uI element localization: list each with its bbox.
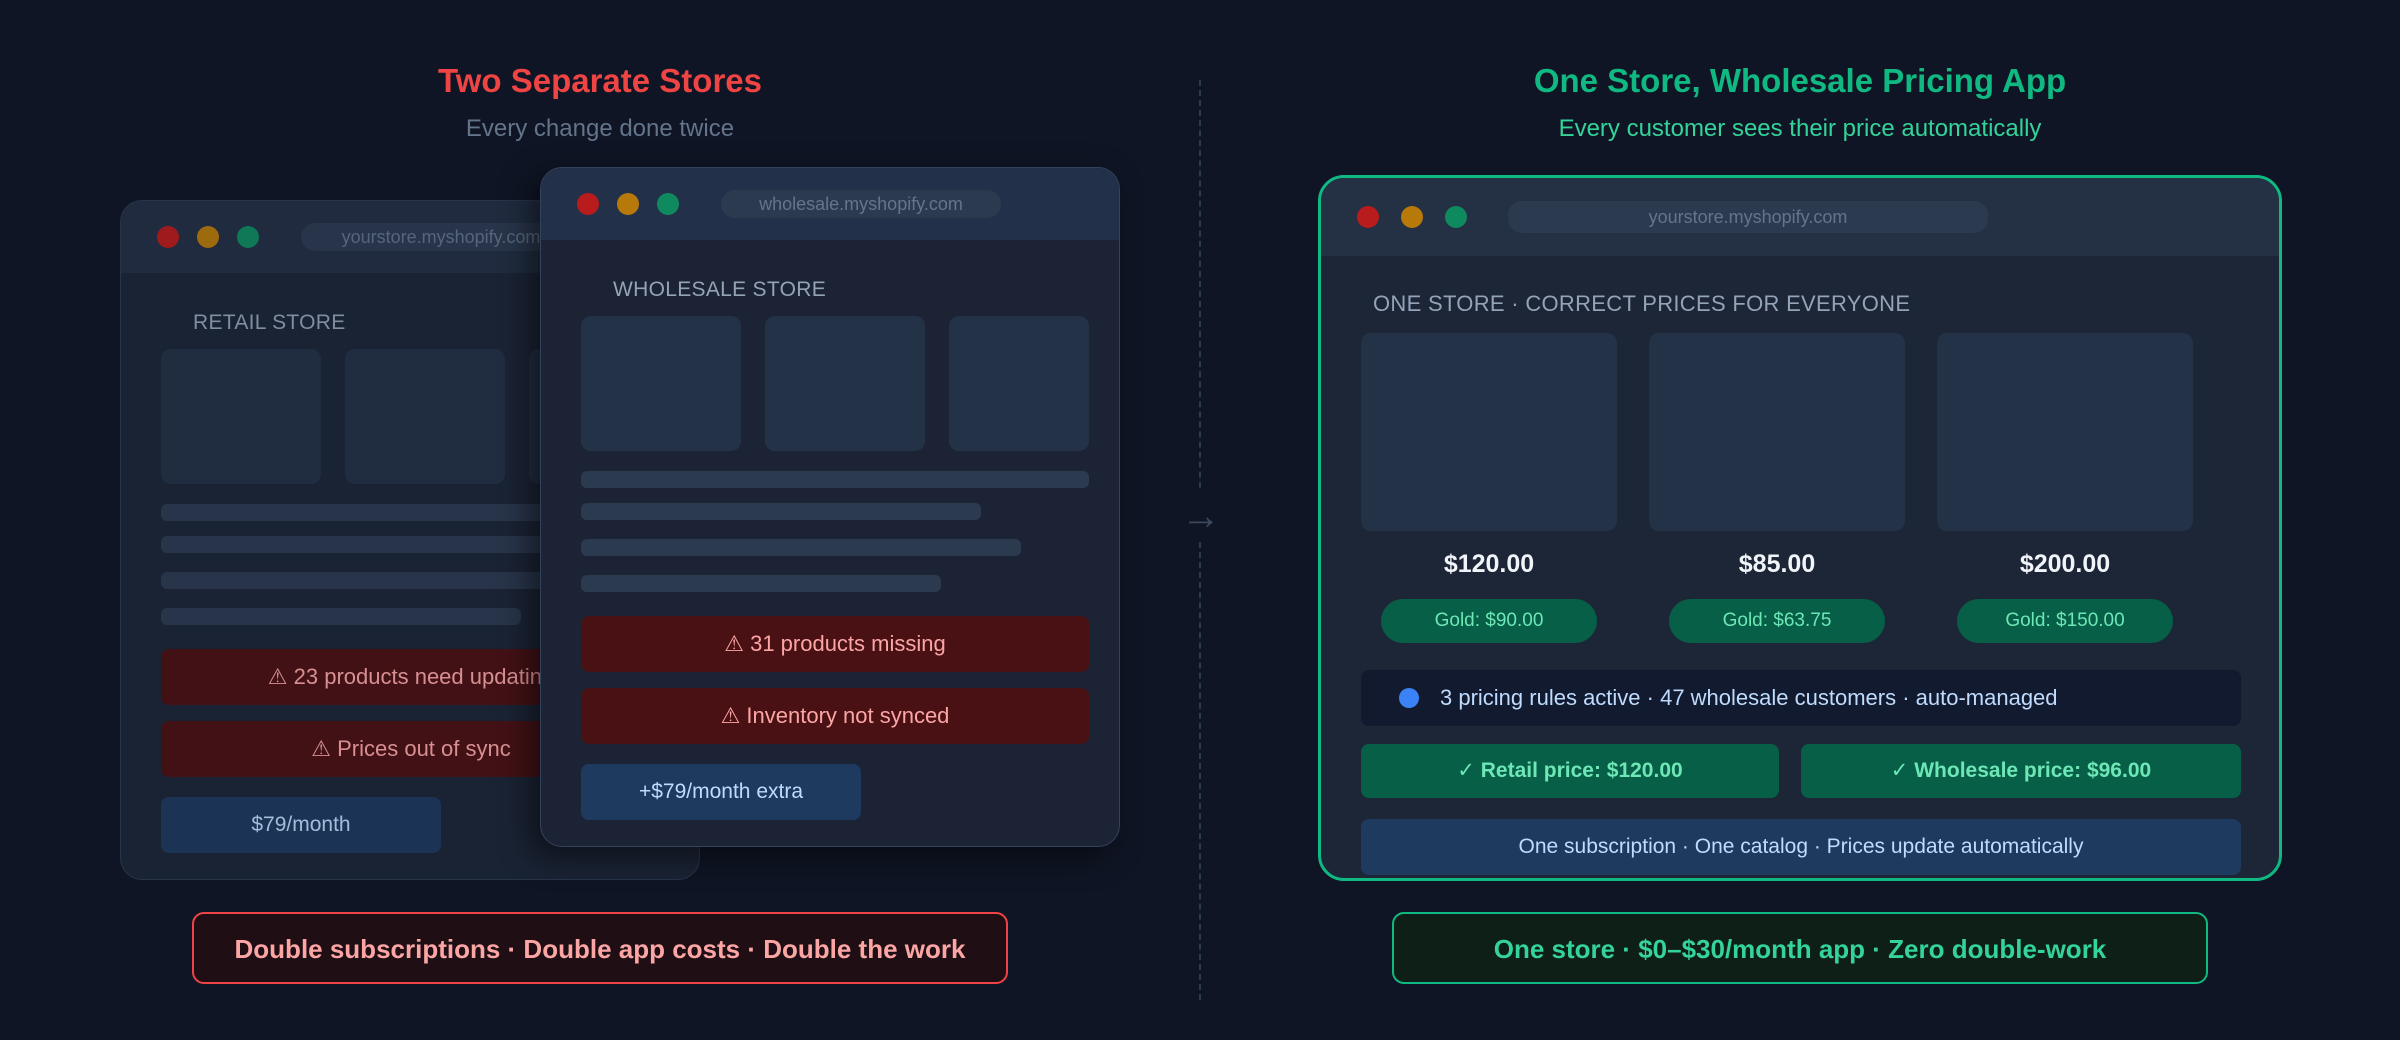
wholesale-price-badge: +$79/month extra xyxy=(581,764,861,820)
close-dot-icon xyxy=(577,193,599,215)
retail-text-line xyxy=(161,608,521,625)
product-2-gold-price-badge: Gold: $63.75 xyxy=(1669,599,1885,643)
retail-product-tile xyxy=(345,349,505,484)
minimize-dot-icon xyxy=(1401,206,1423,228)
right-panel-subtitle: Every customer sees their price automati… xyxy=(1558,115,2042,142)
wholesale-product-tile xyxy=(765,316,925,451)
product-3-retail-price: $200.00 xyxy=(2019,550,2111,578)
wholesale-url-bar[interactable]: wholesale.myshopify.com xyxy=(721,190,1001,218)
single-store-window: yourstore.myshopify.com ONE STORE · CORR… xyxy=(1318,175,2282,881)
single-store-footer-note: One subscription · One catalog · Prices … xyxy=(1361,819,2241,875)
maximize-dot-icon xyxy=(1445,206,1467,228)
wholesale-product-tile xyxy=(949,316,1089,451)
single-store-url-bar[interactable]: yourstore.myshopify.com xyxy=(1508,201,1988,233)
product-tile-2 xyxy=(1649,333,1905,531)
retail-store-label: RETAIL STORE xyxy=(193,311,346,334)
pricing-rules-status: 3 pricing rules active · 47 wholesale cu… xyxy=(1361,670,2241,726)
wholesale-store-label: WHOLESALE STORE xyxy=(613,278,827,301)
minimize-dot-icon xyxy=(197,226,219,248)
retail-product-tile xyxy=(161,349,321,484)
left-panel-subtitle: Every change done twice xyxy=(465,115,735,142)
pricing-rules-status-text: 3 pricing rules active · 47 wholesale cu… xyxy=(1440,685,2058,710)
single-store-titlebar: yourstore.myshopify.com xyxy=(1321,178,2279,256)
right-summary-banner: One store · $0–$30/month app · Zero doub… xyxy=(1392,912,2208,984)
product-1-retail-price: $120.00 xyxy=(1443,550,1535,578)
product-1-gold-price-badge: Gold: $90.00 xyxy=(1381,599,1597,643)
close-dot-icon xyxy=(1357,206,1379,228)
wholesale-window-titlebar: wholesale.myshopify.com xyxy=(541,168,1119,240)
left-panel-title: Two Separate Stores xyxy=(438,62,762,99)
maximize-dot-icon xyxy=(237,226,259,248)
product-3-gold-price-badge: Gold: $150.00 xyxy=(1957,599,2173,643)
product-tile-3 xyxy=(1937,333,2193,531)
product-tile-1 xyxy=(1361,333,1617,531)
wholesale-warning-missing: ⚠ 31 products missing xyxy=(581,616,1089,672)
wholesale-text-line xyxy=(581,503,981,520)
retail-price-badge: $79/month xyxy=(161,797,441,853)
maximize-dot-icon xyxy=(657,193,679,215)
wholesale-store-window: wholesale.myshopify.com WHOLESALE STORE … xyxy=(540,167,1120,847)
wholesale-text-line xyxy=(581,471,1089,488)
close-dot-icon xyxy=(157,226,179,248)
retail-price-check: ✓ Retail price: $120.00 xyxy=(1361,744,1779,798)
minimize-dot-icon xyxy=(617,193,639,215)
wholesale-price-check: ✓ Wholesale price: $96.00 xyxy=(1801,744,2241,798)
retail-text-line xyxy=(161,536,561,553)
left-summary-banner: Double subscriptions · Double app costs … xyxy=(192,912,1008,984)
product-2-retail-price: $85.00 xyxy=(1738,550,1816,578)
wholesale-product-tile xyxy=(581,316,741,451)
wholesale-warning-inventory: ⚠ Inventory not synced xyxy=(581,688,1089,744)
single-store-label: ONE STORE · CORRECT PRICES FOR EVERYONE xyxy=(1373,291,1911,316)
wholesale-text-line xyxy=(581,539,1021,556)
retail-text-line xyxy=(161,572,601,589)
wholesale-text-line xyxy=(581,575,941,592)
arrow-right-icon: → xyxy=(1176,490,1226,542)
right-panel-title: One Store, Wholesale Pricing App xyxy=(1533,62,2067,99)
status-dot-icon xyxy=(1399,688,1419,708)
retail-url-bar[interactable]: yourstore.myshopify.com xyxy=(301,223,581,251)
